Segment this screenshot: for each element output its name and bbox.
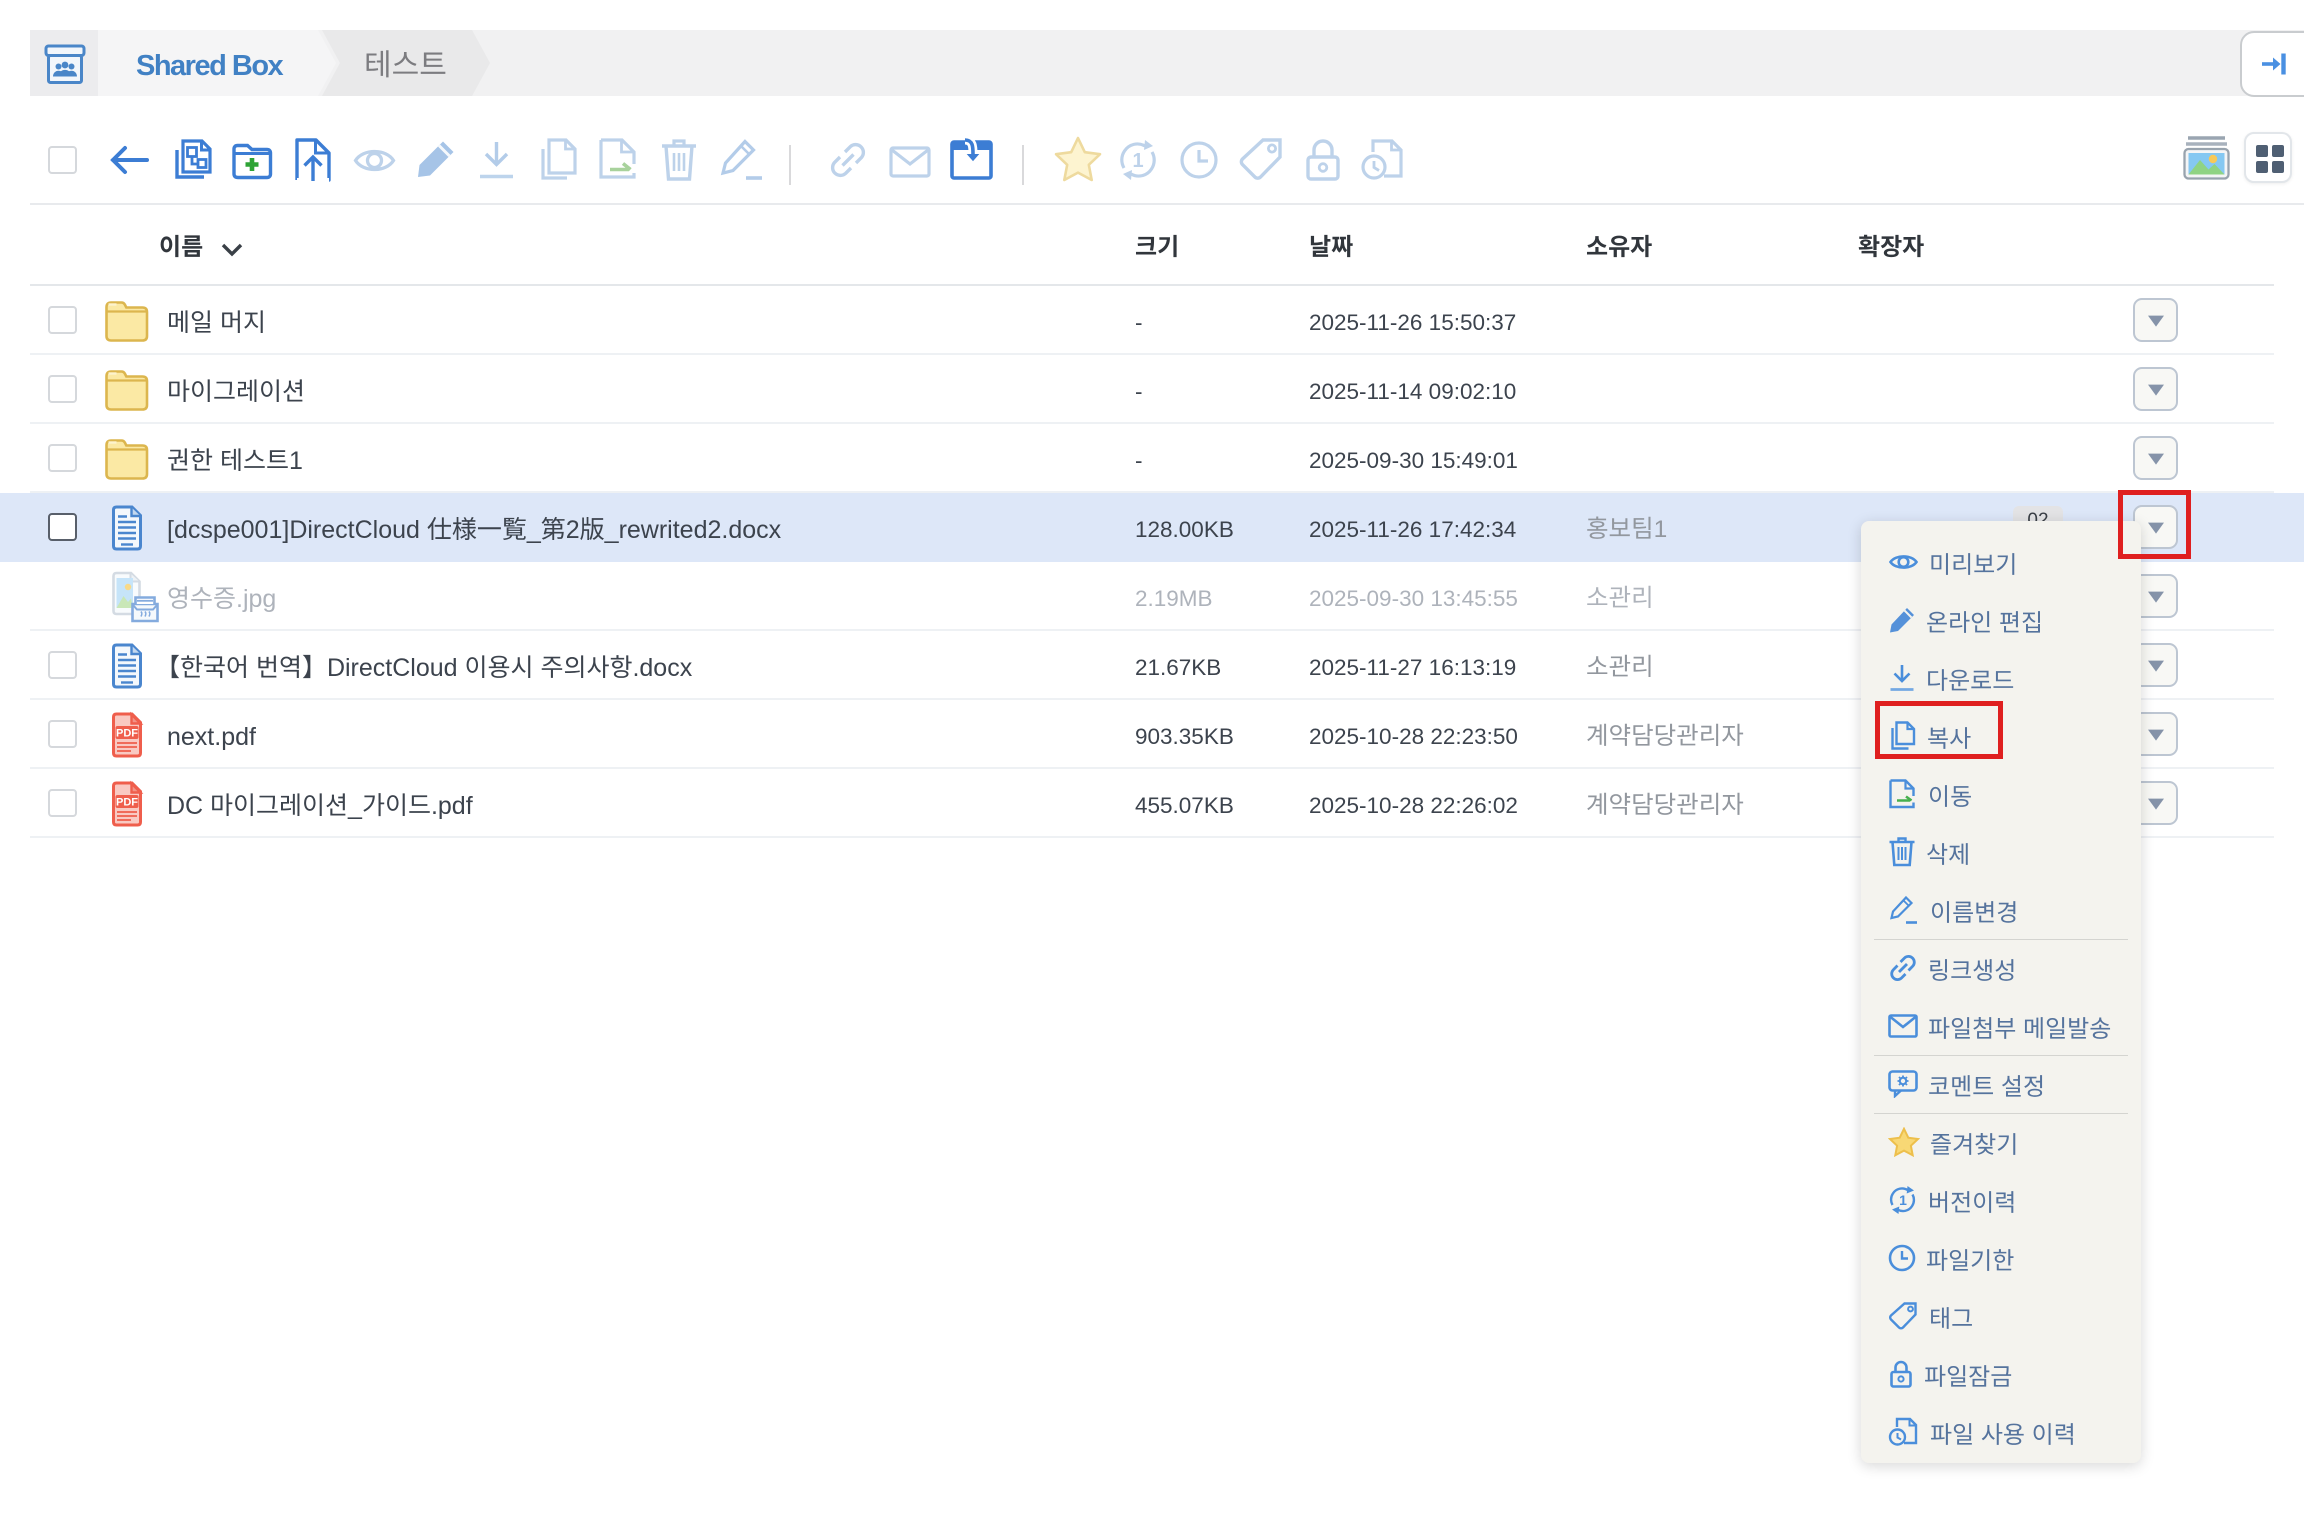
svg-text:1: 1 bbox=[1132, 150, 1143, 172]
svg-text:PDF: PDF bbox=[116, 797, 138, 809]
svg-text:1: 1 bbox=[1899, 1192, 1907, 1208]
svg-text:PDF: PDF bbox=[116, 728, 138, 740]
